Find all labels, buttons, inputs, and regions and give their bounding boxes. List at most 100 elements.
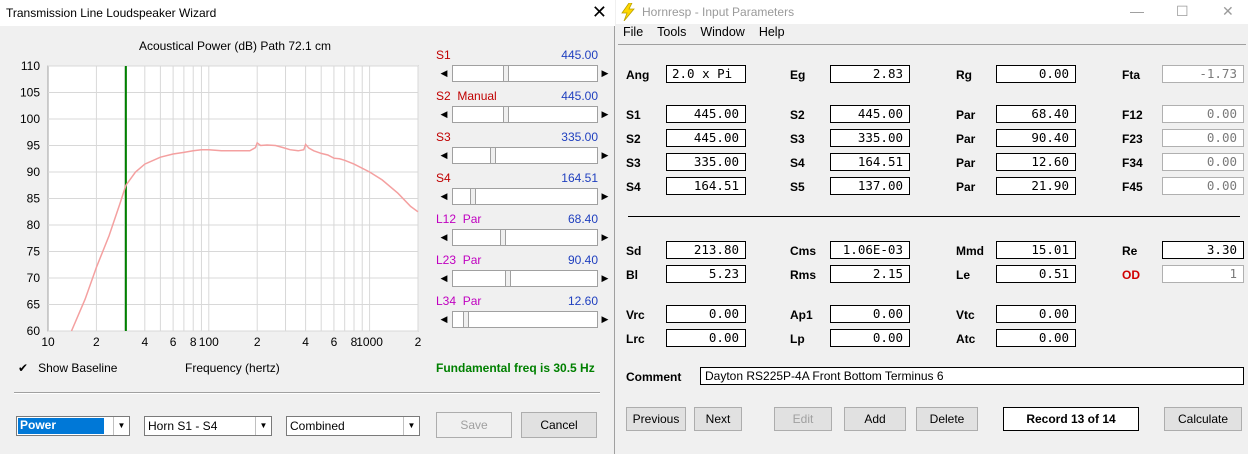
slider-l12[interactable]: L12 Par 68.40 ◀ ▶ [436,212,608,248]
menu-tools[interactable]: Tools [650,25,693,43]
param-field-s4[interactable]: 164.51 [830,153,910,171]
close-icon[interactable]: ✕ [1222,3,1234,20]
param-field-sd[interactable]: 213.80 [666,241,746,259]
arrow-left-icon[interactable]: ◀ [436,270,452,287]
param-field-lrc[interactable]: 0.00 [666,329,746,347]
param-field-od[interactable]: 1 [1162,265,1244,283]
chevron-down-icon[interactable]: ▼ [255,417,271,435]
arrow-left-icon[interactable]: ◀ [436,65,452,82]
slider-track[interactable] [452,270,598,287]
slider-thumb[interactable] [499,229,506,246]
slider-l34[interactable]: L34 Par 12.60 ◀ ▶ [436,294,608,330]
param-field-s2[interactable]: 445.00 [830,105,910,123]
param-field-le[interactable]: 0.51 [996,265,1076,283]
arrow-right-icon[interactable]: ▶ [598,188,612,205]
slider-thumb[interactable] [503,106,510,123]
slider-track[interactable] [452,229,598,246]
next-button[interactable]: Next [694,407,742,431]
slider-thumb[interactable] [462,311,469,328]
slider-track[interactable] [452,188,598,205]
param-field-par[interactable]: 21.90 [996,177,1076,195]
menu-help[interactable]: Help [752,25,792,43]
param-label-rms: Rms [790,268,817,282]
param-field-eg[interactable]: 2.83 [830,65,910,83]
param-field-par[interactable]: 90.40 [996,129,1076,147]
save-button[interactable]: Save [436,412,512,438]
param-field-s3[interactable]: 335.00 [830,129,910,147]
param-field-bl[interactable]: 5.23 [666,265,746,283]
calculate-button[interactable]: Calculate [1164,407,1242,431]
horn-select[interactable]: Horn S1 - S4 ▼ [144,416,272,436]
param-field-f45[interactable]: 0.00 [1162,177,1244,195]
param-field-s2[interactable]: 445.00 [666,129,746,147]
delete-button[interactable]: Delete [916,407,978,431]
param-field-rms[interactable]: 2.15 [830,265,910,283]
param-field-par[interactable]: 68.40 [996,105,1076,123]
arrow-right-icon[interactable]: ▶ [598,229,612,246]
x-axis-label: Frequency (hertz) [185,361,280,375]
param-field-f23[interactable]: 0.00 [1162,129,1244,147]
param-field-s4[interactable]: 164.51 [666,177,746,195]
slider-track[interactable] [452,147,598,164]
param-field-ap1[interactable]: 0.00 [830,305,910,323]
param-field-re[interactable]: 3.30 [1162,241,1244,259]
maximize-icon[interactable]: ☐ [1176,3,1189,20]
combine-select[interactable]: Combined ▼ [286,416,420,436]
param-field-f34[interactable]: 0.00 [1162,153,1244,171]
param-field-fta[interactable]: -1.73 [1162,65,1244,83]
edit-button[interactable]: Edit [774,407,832,431]
add-button[interactable]: Add [844,407,906,431]
slider-s1[interactable]: S1 445.00 ◀ ▶ [436,48,608,84]
param-field-rg[interactable]: 0.00 [996,65,1076,83]
chevron-down-icon[interactable]: ▼ [403,417,419,435]
param-label-par: Par [956,180,976,194]
arrow-right-icon[interactable]: ▶ [598,106,612,123]
measure-select[interactable]: Power ▼ [16,416,130,436]
menu-window[interactable]: Window [693,25,751,43]
param-field-atc[interactable]: 0.00 [996,329,1076,347]
arrow-right-icon[interactable]: ▶ [598,270,612,287]
y-tick-label: 85 [27,192,41,206]
arrow-right-icon[interactable]: ▶ [598,147,612,164]
close-icon[interactable]: ✕ [592,2,607,22]
slider-thumb[interactable] [504,270,511,287]
x-tick-label: 10 [41,335,55,349]
arrow-left-icon[interactable]: ◀ [436,229,452,246]
comment-field[interactable]: Dayton RS225P-4A Front Bottom Terminus 6 [700,367,1244,385]
slider-thumb[interactable] [469,188,476,205]
param-field-mmd[interactable]: 15.01 [996,241,1076,259]
slider-track[interactable] [452,106,598,123]
arrow-left-icon[interactable]: ◀ [436,311,452,328]
arrow-left-icon[interactable]: ◀ [436,147,452,164]
previous-button[interactable]: Previous [626,407,686,431]
show-baseline-checkbox[interactable]: ✔ Show Baseline [18,361,117,375]
minimize-icon[interactable]: — [1130,3,1144,19]
y-tick-label: 60 [27,324,41,338]
param-field-f12[interactable]: 0.00 [1162,105,1244,123]
param-field-ang[interactable]: 2.0 x Pi [666,65,746,83]
param-field-s3[interactable]: 335.00 [666,153,746,171]
param-field-vrc[interactable]: 0.00 [666,305,746,323]
slider-s4[interactable]: S4 164.51 ◀ ▶ [436,171,608,207]
arrow-right-icon[interactable]: ▶ [598,65,612,82]
param-field-par[interactable]: 12.60 [996,153,1076,171]
arrow-right-icon[interactable]: ▶ [598,311,612,328]
arrow-left-icon[interactable]: ◀ [436,106,452,123]
param-field-lp[interactable]: 0.00 [830,329,910,347]
slider-thumb[interactable] [490,147,497,164]
param-field-vtc[interactable]: 0.00 [996,305,1076,323]
slider-track[interactable] [452,311,598,328]
slider-l23[interactable]: L23 Par 90.40 ◀ ▶ [436,253,608,289]
slider-track[interactable] [452,65,598,82]
slider-s2[interactable]: S2 Manual 445.00 ◀ ▶ [436,89,608,125]
param-field-s5[interactable]: 137.00 [830,177,910,195]
cancel-button[interactable]: Cancel [521,412,597,438]
chevron-down-icon[interactable]: ▼ [113,417,129,435]
slider-thumb[interactable] [503,65,510,82]
param-label-od: OD [1122,268,1140,282]
arrow-left-icon[interactable]: ◀ [436,188,452,205]
slider-s3[interactable]: S3 335.00 ◀ ▶ [436,130,608,166]
param-field-s1[interactable]: 445.00 [666,105,746,123]
menu-file[interactable]: File [616,25,650,43]
param-field-cms[interactable]: 1.06E-03 [830,241,910,259]
